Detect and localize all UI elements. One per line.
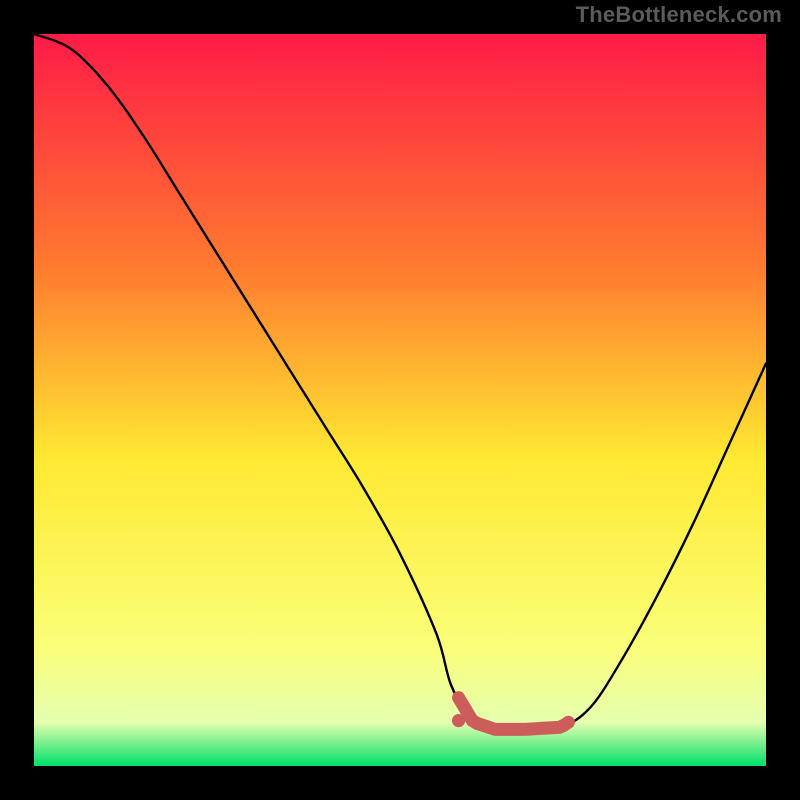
gradient-background xyxy=(34,34,766,766)
plot-area xyxy=(34,34,766,766)
optimal-point-marker xyxy=(452,714,465,727)
chart-frame: TheBottleneck.com xyxy=(0,0,800,800)
plot-svg xyxy=(34,34,766,766)
watermark-label: TheBottleneck.com xyxy=(576,2,782,28)
